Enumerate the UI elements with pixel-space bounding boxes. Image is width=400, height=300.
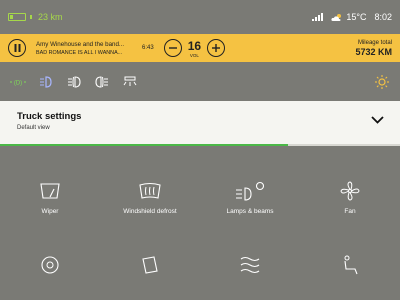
interior-light-icon [123,76,137,86]
pause-icon [14,44,20,52]
tile-label: Wiper [41,208,59,215]
interior-light-button[interactable] [122,75,138,89]
progress-fill [0,144,288,146]
minus-icon [168,47,177,49]
parking-light-icon: (D) [10,81,26,87]
high-beam-icon [40,76,52,88]
track-time: 6:43 [142,45,154,51]
volume-value: 16 [187,38,202,53]
weather-widget: 15°C [331,12,366,22]
track-subtitle: BAD ROMANCE IS ALL I WANNA... [36,49,123,56]
chevron-down-icon[interactable] [371,116,384,124]
volume-down-button[interactable] [163,39,182,57]
cloud-sun-icon [331,13,342,21]
windshield-defrost-tile[interactable]: Windshield defrost [100,180,200,215]
volume-display: 16 VOL [188,38,201,59]
lamps-beams-tile[interactable]: Lamps & beams [200,180,300,215]
tile-label: Windshield defrost [123,208,177,215]
heat-waves-tile[interactable] [200,254,300,276]
battery-icon [8,13,26,21]
light-controls: (D) [0,68,400,96]
status-bar: 23 km 15°C 8:02 [0,0,400,34]
mileage-label: Mileage total [357,39,392,46]
window-icon [142,256,158,274]
heat-waves-icon [240,256,260,274]
windshield-defrost-icon [139,182,161,199]
signal-icon [312,13,324,21]
fog-light-rear-button[interactable] [94,75,110,89]
clock-text: 8:02 [374,12,392,22]
high-beam-button[interactable] [38,75,54,89]
card-subtitle: Default view [17,125,50,131]
track-info[interactable]: Amy Winehouse and the band... BAD ROMANC… [36,41,136,56]
seat-tile[interactable] [300,254,400,276]
plus-icon [212,44,221,52]
svg-text:(D): (D) [14,81,22,87]
truck-settings-card[interactable]: Truck settings Default view [0,101,400,146]
mileage-value: 5732 KM [355,46,392,57]
tire-icon [41,256,59,274]
tire-tile[interactable] [0,254,100,276]
mileage-display: Mileage total 5732 KM [355,40,392,57]
battery-fill [10,15,13,19]
wiper-tile[interactable]: Wiper [0,180,100,215]
card-title: Truck settings [17,111,82,122]
lamps-beams-icon [236,181,265,201]
tile-label: Fan [344,208,356,215]
fog-light-rear-icon [95,76,108,88]
sun-icon [375,75,389,89]
fan-tile[interactable]: Fan [300,180,400,215]
fog-light-front-icon [68,76,81,88]
wiper-icon [40,183,60,199]
volume-up-button[interactable] [207,39,226,57]
day-mode-button[interactable] [374,75,390,89]
media-player-bar: Amy Winehouse and the band... BAD ROMANC… [0,34,400,62]
volume-control: 16 VOL [163,38,226,59]
track-title: Amy Winehouse and the band... [36,40,125,48]
seat-icon [344,255,358,275]
fog-light-front-button[interactable] [66,75,82,89]
tile-label: Lamps & beams [226,208,274,215]
battery-indicator: 23 km [8,12,63,22]
pause-button[interactable] [8,39,26,57]
window-tile[interactable] [100,254,200,276]
temperature-text: 15°C [346,12,367,22]
range-text: 23 km [38,12,63,22]
parking-light-button[interactable]: (D) [10,75,26,89]
settings-progress-bar [0,144,400,146]
volume-label: VOL [189,52,199,58]
fan-icon [340,181,360,201]
